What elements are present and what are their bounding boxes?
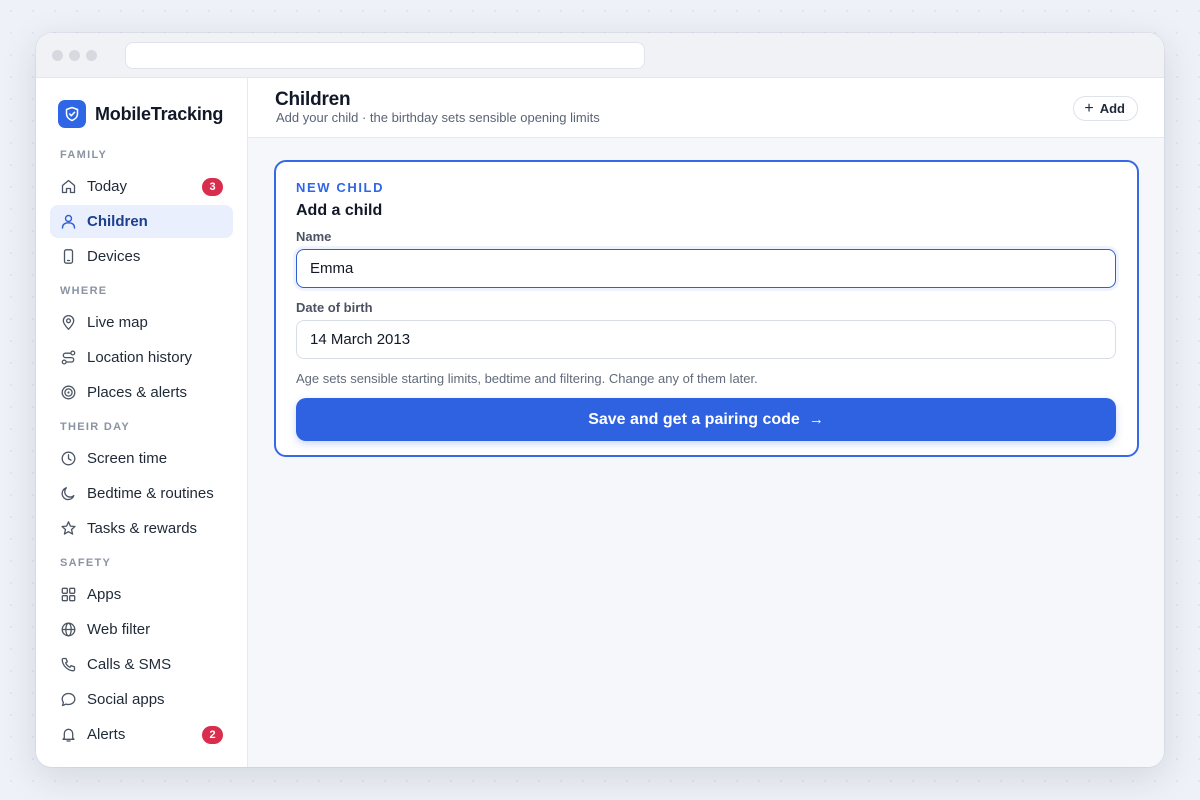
sidebar-item-label: Apps — [87, 586, 122, 603]
notification-badge: 3 — [202, 177, 223, 196]
window-close-dot[interactable] — [52, 49, 63, 61]
brand-name: MobileTracking — [95, 103, 224, 124]
sidebar-item-label: Location history — [87, 349, 193, 366]
notification-badge: 2 — [202, 725, 223, 744]
arrow-right-icon: → — [808, 411, 824, 428]
globe-icon — [60, 621, 77, 638]
window-maximize-dot[interactable] — [86, 49, 97, 61]
sidebar-item-location-history[interactable]: Location history — [50, 341, 233, 374]
sidebar-item-label: Social apps — [87, 691, 165, 708]
sidebar: MobileTracking FAMILY Today 3 Children D… — [36, 78, 248, 767]
card-title: Add a child — [296, 202, 383, 219]
section-label-where: WHERE — [60, 285, 108, 297]
star-icon — [60, 520, 77, 537]
call-icon — [60, 656, 77, 673]
grid-icon — [60, 586, 77, 603]
add-button-label: Add — [1099, 101, 1125, 116]
shield-logo-icon — [58, 100, 86, 128]
sidebar-item-label: Devices — [87, 248, 141, 265]
save-pairing-code-button[interactable]: Save and get a pairing code → — [296, 398, 1116, 441]
sidebar-item-tasks-rewards[interactable]: Tasks & rewards — [50, 512, 233, 545]
plus-icon: + — [1084, 99, 1094, 117]
section-label-their-day: THEIR DAY — [60, 421, 130, 433]
target-icon — [60, 384, 77, 401]
phone-icon — [60, 248, 77, 265]
page-title: Children — [275, 89, 351, 110]
browser-window: MobileTracking FAMILY Today 3 Children D… — [36, 33, 1164, 767]
sidebar-item-alerts[interactable]: Alerts 2 — [50, 718, 233, 751]
age-hint: Age sets sensible starting limits, bedti… — [296, 371, 758, 386]
browser-titlebar — [36, 33, 1164, 78]
sidebar-item-label: Web filter — [87, 621, 151, 638]
address-bar[interactable] — [125, 41, 645, 69]
sidebar-item-label: Screen time — [87, 450, 168, 467]
name-input[interactable] — [296, 249, 1116, 288]
sidebar-item-children[interactable]: Children — [50, 205, 233, 238]
sidebar-item-social-apps[interactable]: Social apps — [50, 683, 233, 716]
sidebar-item-label: Today — [87, 178, 128, 195]
save-button-label: Save and get a pairing code — [588, 410, 800, 428]
app-layout: MobileTracking FAMILY Today 3 Children D… — [36, 78, 1164, 767]
card-eyebrow: NEW CHILD — [296, 180, 385, 195]
sidebar-item-live-map[interactable]: Live map — [50, 306, 233, 339]
bell-icon — [60, 726, 77, 743]
sidebar-item-places-alerts[interactable]: Places & alerts — [50, 376, 233, 409]
sidebar-item-apps[interactable]: Apps — [50, 578, 233, 611]
main-content: Children Add your child · the birthday s… — [248, 78, 1164, 767]
sidebar-item-web-filter[interactable]: Web filter — [50, 613, 233, 646]
name-label: Name — [296, 229, 332, 244]
sidebar-item-label: Alerts — [87, 726, 126, 743]
sidebar-item-today[interactable]: Today 3 — [50, 170, 233, 203]
window-minimize-dot[interactable] — [69, 49, 80, 61]
sidebar-item-screen-time[interactable]: Screen time — [50, 442, 233, 475]
date-of-birth-input[interactable] — [296, 320, 1116, 359]
moon-icon — [60, 485, 77, 502]
add-child-button[interactable]: + Add — [1073, 96, 1138, 121]
sidebar-item-label: Bedtime & routines — [87, 485, 214, 502]
section-label-family: FAMILY — [60, 149, 108, 161]
sidebar-item-devices[interactable]: Devices — [50, 240, 233, 273]
sidebar-item-calls-sms[interactable]: Calls & SMS — [50, 648, 233, 681]
route-icon — [60, 349, 77, 366]
map-pin-icon — [60, 314, 77, 331]
user-icon — [60, 213, 77, 230]
page-subtitle: Add your child · the birthday sets sensi… — [276, 110, 600, 125]
sidebar-item-label: Places & alerts — [87, 384, 188, 401]
sidebar-item-label: Live map — [87, 314, 148, 331]
brand[interactable]: MobileTracking — [58, 99, 233, 129]
clock-icon — [60, 450, 77, 467]
dob-label: Date of birth — [296, 300, 373, 315]
sidebar-item-label: Tasks & rewards — [87, 520, 198, 537]
section-label-safety: SAFETY — [60, 557, 112, 569]
sidebar-item-label: Children — [87, 213, 148, 230]
page-header: Children Add your child · the birthday s… — [248, 78, 1164, 138]
home-icon — [60, 178, 77, 195]
sidebar-item-bedtime-routines[interactable]: Bedtime & routines — [50, 477, 233, 510]
new-child-card: NEW CHILD Add a child Name Date of birth… — [274, 160, 1139, 457]
sidebar-item-label: Calls & SMS — [87, 656, 172, 673]
chat-icon — [60, 691, 77, 708]
